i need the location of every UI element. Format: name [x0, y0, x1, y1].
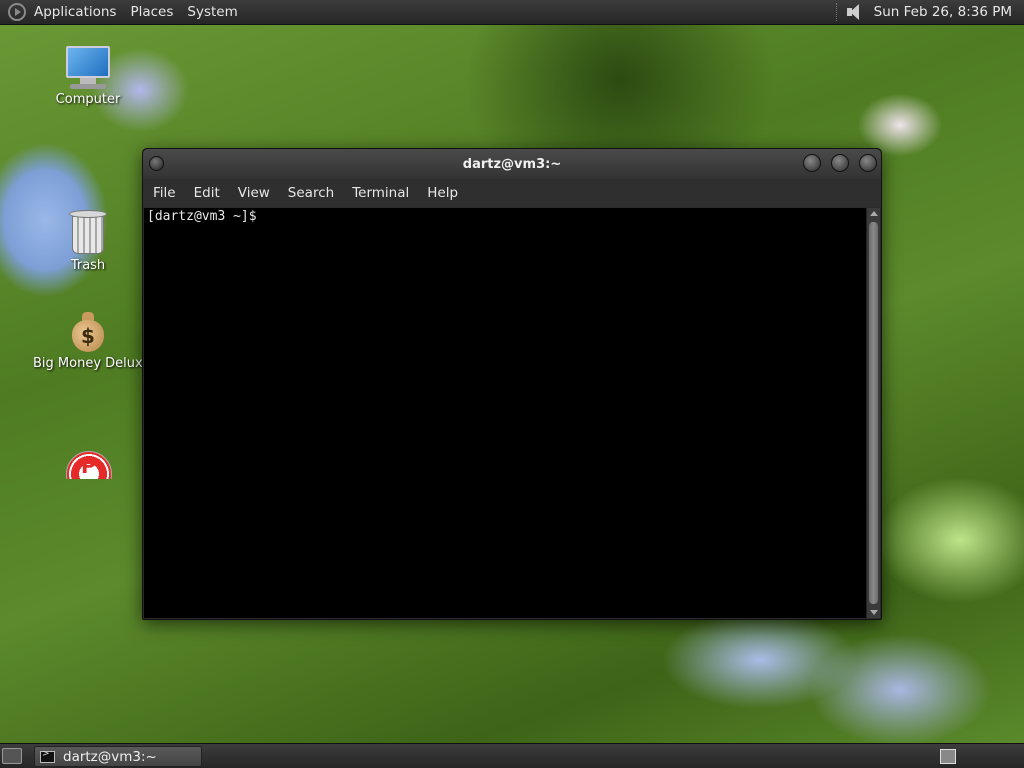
minimize-button[interactable] — [803, 154, 821, 172]
workspace-switcher[interactable] — [940, 749, 956, 764]
desktop-icon-label: Trash — [70, 258, 106, 273]
close-button[interactable] — [859, 154, 877, 172]
menu-view[interactable]: View — [238, 185, 270, 201]
menu-file[interactable]: File — [153, 185, 176, 201]
desktop-icon-label: Big Money Deluxe — [33, 356, 151, 371]
desktop-icon-trash[interactable]: Trash — [33, 208, 143, 273]
panel-separator — [835, 3, 838, 21]
clock[interactable]: Sun Feb 26, 8:36 PM — [874, 4, 1012, 20]
window-menu-button[interactable] — [149, 156, 164, 171]
terminal-scrollbar[interactable] — [866, 208, 880, 618]
taskbar-button-terminal[interactable]: dartz@vm3:~ — [34, 746, 202, 767]
window-titlebar[interactable]: dartz@vm3:~ — [143, 149, 881, 179]
gnome-foot-icon[interactable] — [8, 3, 26, 21]
panel-tray: Sun Feb 26, 8:36 PM — [835, 3, 1024, 21]
computer-icon — [64, 46, 112, 90]
p-app-icon[interactable]: P — [66, 451, 112, 479]
top-panel: Applications Places System Sun Feb 26, 8… — [0, 0, 1024, 25]
window-controls — [793, 154, 877, 172]
system-menu[interactable]: System — [187, 4, 237, 20]
scroll-down-arrow-icon[interactable] — [870, 610, 878, 615]
applications-menu[interactable]: Applications — [34, 4, 116, 20]
show-desktop-icon[interactable] — [2, 748, 22, 764]
desktop-icon-label: Computer — [55, 92, 121, 107]
bottom-panel: dartz@vm3:~ — [0, 743, 1024, 768]
terminal-output[interactable]: [dartz@vm3 ~]$ — [144, 208, 866, 618]
desktop-icon-computer[interactable]: Computer — [33, 46, 143, 107]
terminal-menubar: File Edit View Search Terminal Help — [143, 179, 881, 207]
terminal-icon — [40, 749, 55, 763]
menu-edit[interactable]: Edit — [194, 185, 220, 201]
menu-terminal[interactable]: Terminal — [352, 185, 409, 201]
taskbar-label: dartz@vm3:~ — [63, 748, 157, 765]
scroll-up-arrow-icon[interactable] — [870, 211, 878, 216]
money-bag-icon: $ — [68, 310, 108, 354]
maximize-button[interactable] — [831, 154, 849, 172]
terminal-window[interactable]: dartz@vm3:~ File Edit View Search Termin… — [142, 148, 882, 620]
scrollbar-thumb[interactable] — [869, 222, 878, 604]
desktop-icon-big-money-deluxe[interactable]: $ Big Money Deluxe — [33, 310, 151, 371]
trash-icon — [68, 208, 108, 256]
menu-search[interactable]: Search — [288, 185, 334, 201]
places-menu[interactable]: Places — [130, 4, 173, 20]
speaker-icon[interactable] — [846, 3, 864, 21]
menu-help[interactable]: Help — [427, 185, 458, 201]
window-title: dartz@vm3:~ — [462, 156, 562, 172]
